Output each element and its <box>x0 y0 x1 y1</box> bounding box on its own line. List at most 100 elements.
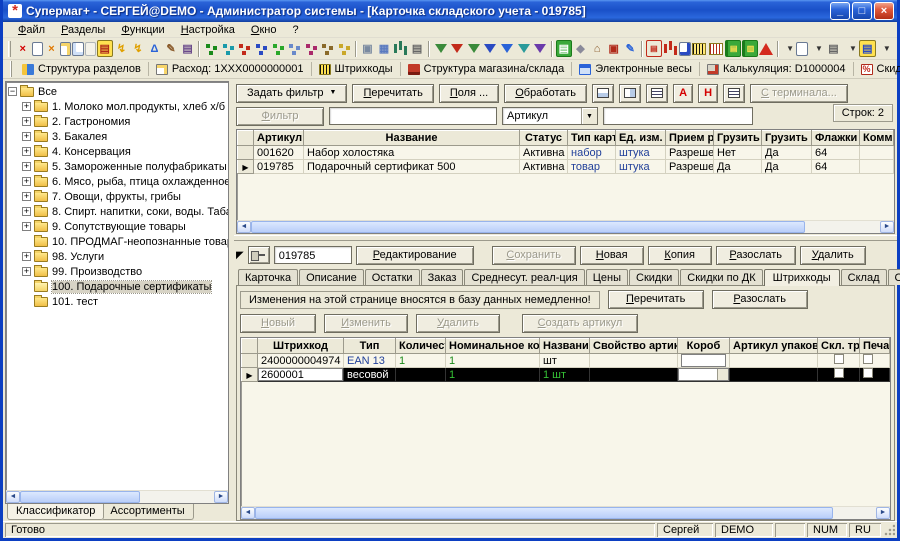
expand-plus-icon[interactable]: + <box>22 117 31 126</box>
barcode-2-icon[interactable] <box>708 40 724 57</box>
print-price-checkbox[interactable] <box>863 368 873 378</box>
scales-icon[interactable]: Δ <box>147 40 163 57</box>
hierarchy-small-icon[interactable] <box>336 40 352 57</box>
expand-plus-icon[interactable]: + <box>22 177 31 186</box>
column-header[interactable]: Грузить в ка <box>762 131 812 146</box>
collapse-minus-icon[interactable]: − <box>8 87 17 96</box>
expand-plus-icon[interactable]: + <box>22 207 31 216</box>
tab-prices[interactable]: Цены <box>586 269 628 285</box>
tree-item[interactable]: +4. Консервация <box>8 144 228 159</box>
tab-avg-sales[interactable]: Среднесут. реал-ция <box>464 269 584 285</box>
print-dropdown-arrow-icon[interactable]: ▼ <box>813 44 825 53</box>
barcode-row-selected[interactable]: ▶ 2600001 весовой 1 1 шт <box>242 368 890 382</box>
scroll-left-icon[interactable]: ◄ <box>237 221 251 233</box>
tab-electronic-scales[interactable]: Электронные весы <box>571 62 699 76</box>
toolbar-grip[interactable] <box>8 41 11 57</box>
tree-item[interactable]: +8. Спирт. напитки, соки, воды. Табачные <box>8 204 228 219</box>
warehouse-required-checkbox[interactable] <box>834 354 844 364</box>
pin-button[interactable] <box>248 246 270 264</box>
structure-cyan-alt-icon[interactable] <box>286 40 302 57</box>
scroll-right-icon[interactable]: ► <box>876 507 890 519</box>
quick-filter-icon[interactable]: ↯ <box>114 40 130 57</box>
warehouse-required-checkbox[interactable] <box>834 368 844 378</box>
funnel-2-icon[interactable] <box>450 40 466 57</box>
close-button[interactable]: × <box>874 2 894 20</box>
column-header[interactable]: Тип <box>344 339 396 354</box>
funnel-3-icon[interactable] <box>466 40 482 57</box>
fields-button[interactable]: Поля ... <box>439 84 499 103</box>
tab-remainders[interactable]: Остатки <box>365 269 420 285</box>
column-header[interactable]: Количество <box>396 339 446 354</box>
expand-plus-icon[interactable]: + <box>22 102 31 111</box>
tree-item-selected[interactable]: 100. Подарочные сертификаты <box>8 279 228 294</box>
column-header[interactable]: Статус <box>520 131 568 146</box>
funnel-4-icon[interactable] <box>483 40 499 57</box>
structure-cyan-icon[interactable] <box>220 40 236 57</box>
column-header[interactable]: Штрихкод <box>258 339 344 354</box>
minimize-button[interactable]: _ <box>830 2 850 20</box>
structure-green-alt-icon[interactable] <box>270 40 286 57</box>
filter-a-button[interactable]: А <box>673 84 693 103</box>
house-icon[interactable]: ⌂ <box>589 40 605 57</box>
lookup-button[interactable] <box>717 369 728 380</box>
scroll-thumb[interactable] <box>255 507 833 519</box>
tab-calculation[interactable]: Калькуляция: D1000004 <box>699 62 853 76</box>
delete-button[interactable]: Удалить <box>800 246 866 265</box>
tab-assortments[interactable]: Ассортименты <box>101 504 193 520</box>
tab-dk-discounts[interactable]: Скидки по ДК <box>680 269 762 285</box>
tab-classifier[interactable]: Классификатор <box>7 504 104 520</box>
tree-item[interactable]: +99. Производство <box>8 264 228 279</box>
brush-icon[interactable]: ✎ <box>622 40 638 57</box>
funnel-5-icon[interactable] <box>499 40 515 57</box>
horizontal-splitter[interactable] <box>234 235 897 241</box>
hierarchy-icon[interactable] <box>319 40 335 57</box>
scroll-right-icon[interactable]: ► <box>880 221 894 233</box>
process-button[interactable]: Обработать <box>504 84 587 103</box>
tree-item[interactable]: +6. Мясо, рыба, птица охлажденное <box>8 174 228 189</box>
column-header[interactable]: Ед. изм. наз <box>616 131 666 146</box>
filter-column-select[interactable]: Артикул ▼ <box>502 107 598 125</box>
column-header[interactable]: Коммент <box>860 131 894 146</box>
tab-sections-structure[interactable]: Структура разделов <box>15 62 148 76</box>
delete-card-icon[interactable]: × <box>44 40 60 57</box>
tab-order[interactable]: Заказ <box>421 269 464 285</box>
grid-icon[interactable]: ▦ <box>376 40 392 57</box>
new-doc-dropdown-icon[interactable] <box>796 42 808 56</box>
funnel-6-icon[interactable] <box>516 40 532 57</box>
expand-plus-icon[interactable]: + <box>22 132 31 141</box>
tree-item[interactable]: +5. Замороженные полуфабрикаты <box>8 159 228 174</box>
resize-grip[interactable] <box>883 523 895 537</box>
scroll-thumb[interactable] <box>20 491 140 503</box>
structure-blue-icon[interactable] <box>253 40 269 57</box>
chart-red-icon[interactable] <box>663 40 679 57</box>
diamond-icon[interactable]: ◆ <box>573 40 589 57</box>
extra-dropdown-arrow-icon[interactable]: ▼ <box>881 44 893 53</box>
scroll-left-icon[interactable]: ◄ <box>241 507 255 519</box>
doc-red-icon[interactable]: ▤ <box>646 40 662 57</box>
column-header[interactable]: Грузить в в <box>714 131 762 146</box>
clipboard-icon[interactable]: ▤ <box>180 40 196 57</box>
tab-barcodes[interactable]: Штрихкоды <box>311 62 400 76</box>
cancel-icon[interactable]: × <box>15 40 31 57</box>
document-green-icon[interactable]: ▤ <box>556 40 572 57</box>
tree-item[interactable]: +9. Сопутствующие товары <box>8 219 228 234</box>
column-header[interactable]: Тип карточк <box>568 131 616 146</box>
tab-description[interactable]: Описание <box>299 269 364 285</box>
printer-icon[interactable]: ▤ <box>409 40 425 57</box>
tab-barcodes[interactable]: Штрихкоды <box>764 269 840 286</box>
column-header[interactable]: Название <box>304 131 520 146</box>
column-header[interactable]: Прием разр <box>666 131 714 146</box>
tab-store-structure[interactable]: Структура магазина/склада <box>400 62 572 76</box>
scroll-left-icon[interactable]: ◄ <box>6 491 20 503</box>
quick-filter-alt-icon[interactable]: ↯ <box>130 40 146 57</box>
structure-green-icon[interactable] <box>203 40 219 57</box>
new-doc-dropdown-arrow-icon[interactable]: ▼ <box>784 44 796 53</box>
funnel-1-icon[interactable] <box>433 40 449 57</box>
card-list-icon[interactable]: ▤ <box>97 40 113 57</box>
scroll-thumb[interactable] <box>251 221 805 233</box>
column-header[interactable]: Печать в ц <box>860 339 890 354</box>
column-header[interactable]: Короб <box>678 339 730 354</box>
combo-dropdown-icon[interactable]: ▼ <box>581 108 597 124</box>
expand-plus-icon[interactable]: + <box>22 147 31 156</box>
copy-button[interactable]: Копия <box>648 246 712 265</box>
